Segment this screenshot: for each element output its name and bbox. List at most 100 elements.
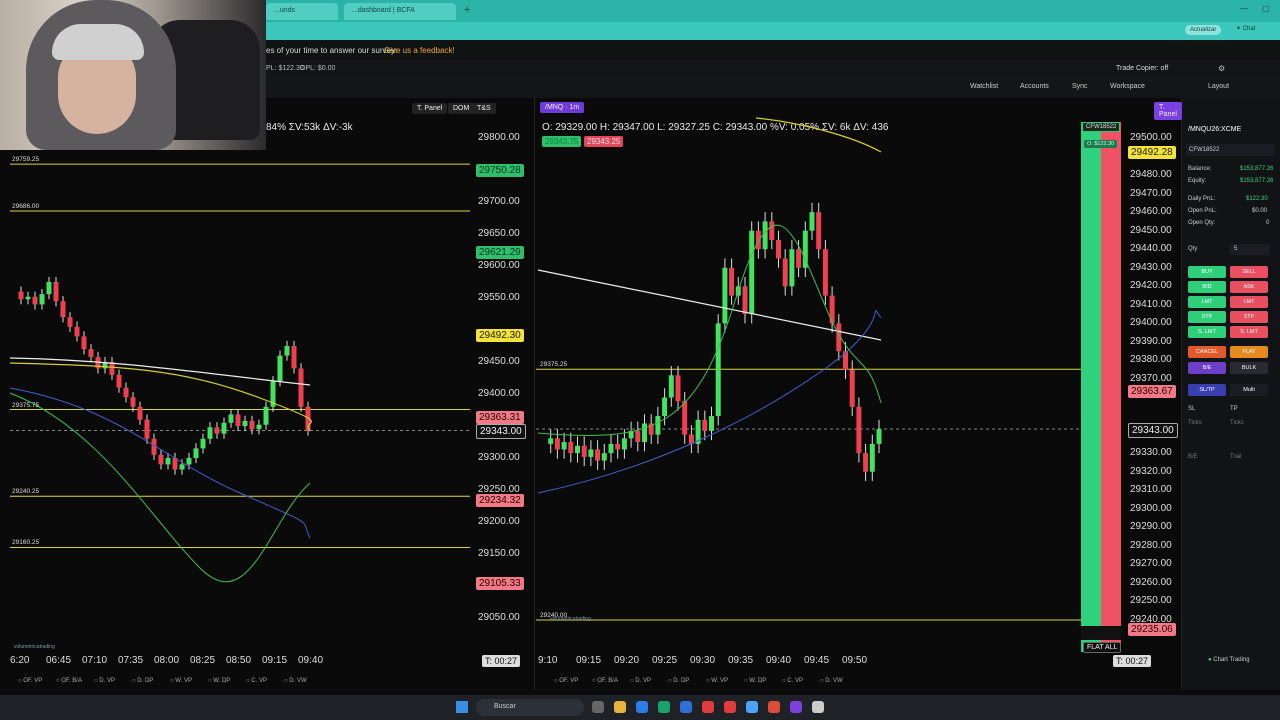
time-tick: 09:40 bbox=[766, 655, 792, 666]
moving-averages bbox=[537, 117, 882, 494]
windows-start-icon[interactable] bbox=[456, 701, 468, 713]
cancel-button[interactable]: CANCEL bbox=[1188, 346, 1226, 358]
bulk-button[interactable]: BULK bbox=[1230, 362, 1268, 374]
buy-stp-button[interactable]: STP bbox=[1188, 311, 1226, 323]
indicator-toggle[interactable]: ○ C. VP bbox=[246, 678, 267, 684]
symbol-field[interactable]: /MNQU26:XCME bbox=[1188, 126, 1241, 133]
watchlist-button[interactable]: Watchlist bbox=[970, 83, 998, 90]
taskbar-app-icon[interactable] bbox=[790, 701, 802, 713]
taskbar-app-icon[interactable] bbox=[812, 701, 824, 713]
candle-body bbox=[621, 438, 627, 450]
right-chart-canvas[interactable] bbox=[536, 98, 1182, 690]
candle-body bbox=[32, 296, 38, 305]
candle-body bbox=[809, 212, 815, 231]
chat-button[interactable]: ✦ Chat bbox=[1236, 25, 1255, 32]
accounts-button[interactable]: Accounts bbox=[1020, 83, 1049, 90]
ma-green bbox=[537, 224, 882, 436]
order-panel: /MNQU26:XCME CFW18522 Balance: $153,877.… bbox=[1182, 98, 1280, 690]
taskbar-app-icon[interactable] bbox=[592, 701, 604, 713]
workspace-button[interactable]: Workspace bbox=[1110, 83, 1145, 90]
browser-tab[interactable]: ...dashboard | BCFA bbox=[344, 3, 456, 20]
sell-stp-button[interactable]: STP bbox=[1230, 311, 1268, 323]
gear-icon[interactable]: ⚙ bbox=[1218, 64, 1225, 73]
indicator-toggle[interactable]: ○ OF. B/A bbox=[592, 678, 618, 684]
time-tick: 07:10 bbox=[82, 655, 108, 666]
buy-buy-button[interactable]: BUY bbox=[1188, 266, 1226, 278]
breakeven-button[interactable]: B/E bbox=[1188, 362, 1226, 374]
layout-button[interactable]: Layout bbox=[1208, 83, 1229, 90]
buy-bid-button[interactable]: BID bbox=[1188, 281, 1226, 293]
candle-body bbox=[715, 323, 721, 417]
indicator-toggle[interactable]: ○ D. VW bbox=[284, 678, 307, 684]
sync-button[interactable]: Sync bbox=[1072, 83, 1088, 90]
indicator-toggle[interactable]: ○ W. VP bbox=[170, 678, 192, 684]
new-tab-icon[interactable]: + bbox=[464, 4, 470, 16]
qty-stepper[interactable]: 5 bbox=[1230, 244, 1270, 255]
multi-tab[interactable]: Multi bbox=[1230, 384, 1268, 396]
indicator-toggle[interactable]: ○ D. VW bbox=[820, 678, 843, 684]
taskbar-app-icon[interactable] bbox=[658, 701, 670, 713]
candle-body bbox=[256, 424, 262, 430]
indicator-toggle[interactable]: ○ D. VP bbox=[94, 678, 115, 684]
browser-tab[interactable]: ...unds bbox=[266, 3, 338, 20]
taskbar-app-icon[interactable] bbox=[702, 701, 714, 713]
be-label: B/E bbox=[1202, 365, 1212, 371]
open-pnl-label: Open PnL: bbox=[1188, 208, 1217, 214]
candle-body bbox=[796, 249, 802, 268]
indicator-toggle[interactable]: ○ D. VP bbox=[630, 678, 651, 684]
time-tick: 08:50 bbox=[226, 655, 252, 666]
candle-body bbox=[655, 416, 661, 435]
candle-body bbox=[615, 443, 621, 450]
candle-body bbox=[60, 301, 66, 318]
account-select[interactable]: CFW18522 bbox=[1186, 144, 1274, 156]
candle-body bbox=[277, 355, 283, 382]
indicator-toggle[interactable]: ○ W. DP bbox=[744, 678, 766, 684]
price-tick: 29150.00 bbox=[478, 548, 520, 559]
candle-body bbox=[762, 221, 768, 250]
sell-sell-button[interactable]: SELL bbox=[1230, 266, 1268, 278]
update-button[interactable]: Actualizar bbox=[1185, 25, 1222, 35]
indicator-toggle[interactable]: ○ D. DP bbox=[668, 678, 689, 684]
sell-slmt-button[interactable]: S. LMT bbox=[1230, 326, 1268, 338]
sell-ladder-bar[interactable] bbox=[1101, 122, 1121, 652]
taskbar-search[interactable]: Buscar bbox=[476, 699, 584, 716]
indicator-toggle[interactable]: ○ OF. B/A bbox=[56, 678, 82, 684]
flat-all-button[interactable]: FLAT ALL bbox=[1083, 642, 1122, 653]
survey-text: es of your time to answer our survey: bbox=[266, 46, 398, 55]
buy-ladder-bar[interactable] bbox=[1081, 122, 1101, 652]
maximize-icon[interactable]: ▢ bbox=[1262, 4, 1270, 13]
minimize-icon[interactable]: — bbox=[1240, 4, 1248, 13]
taskbar-app-icon[interactable] bbox=[724, 701, 736, 713]
taskbar-app-icon[interactable] bbox=[768, 701, 780, 713]
price-tick: 29400.00 bbox=[478, 388, 520, 399]
survey-link[interactable]: Give us a feedback! bbox=[384, 46, 455, 55]
indicator-toggle[interactable]: ○ D. DP bbox=[132, 678, 153, 684]
indicator-toggle[interactable]: ○ C. VP bbox=[782, 678, 803, 684]
taskbar-app-icon[interactable] bbox=[680, 701, 692, 713]
level-label: 29759.25 bbox=[12, 156, 40, 164]
left-chart-canvas[interactable] bbox=[0, 98, 535, 690]
trade-copier-status[interactable]: Trade Copier: off bbox=[1116, 65, 1168, 72]
sltp-tab[interactable]: SL/TP bbox=[1188, 384, 1226, 396]
flat-button[interactable]: FLAT bbox=[1230, 346, 1268, 358]
candle-body bbox=[284, 346, 290, 356]
taskbar-app-icon[interactable] bbox=[746, 701, 758, 713]
buy-lmt-button[interactable]: LMT bbox=[1188, 296, 1226, 308]
ma-white bbox=[537, 269, 882, 341]
qty-box[interactable] bbox=[1081, 626, 1121, 640]
indicator-toggle[interactable]: ○ W. VP bbox=[706, 678, 728, 684]
taskbar-app-icon[interactable] bbox=[636, 701, 648, 713]
indicator-toggle[interactable]: ○ W. DP bbox=[208, 678, 230, 684]
indicator-toggle[interactable]: ○ OF. VP bbox=[554, 678, 578, 684]
indicator-toggle[interactable]: ○ OF. VP bbox=[18, 678, 42, 684]
balance-value: $153,877.26 bbox=[1240, 166, 1274, 172]
candle-body bbox=[144, 419, 150, 439]
sell-ask-button[interactable]: ASK bbox=[1230, 281, 1268, 293]
candle-body bbox=[575, 445, 580, 454]
candle-body bbox=[722, 267, 728, 324]
taskbar-app-icon[interactable] bbox=[614, 701, 626, 713]
buy-slmt-button[interactable]: S. LMT bbox=[1188, 326, 1226, 338]
sell-lmt-button[interactable]: LMT bbox=[1230, 296, 1268, 308]
candle-body bbox=[228, 414, 234, 423]
candle-body bbox=[548, 438, 554, 444]
